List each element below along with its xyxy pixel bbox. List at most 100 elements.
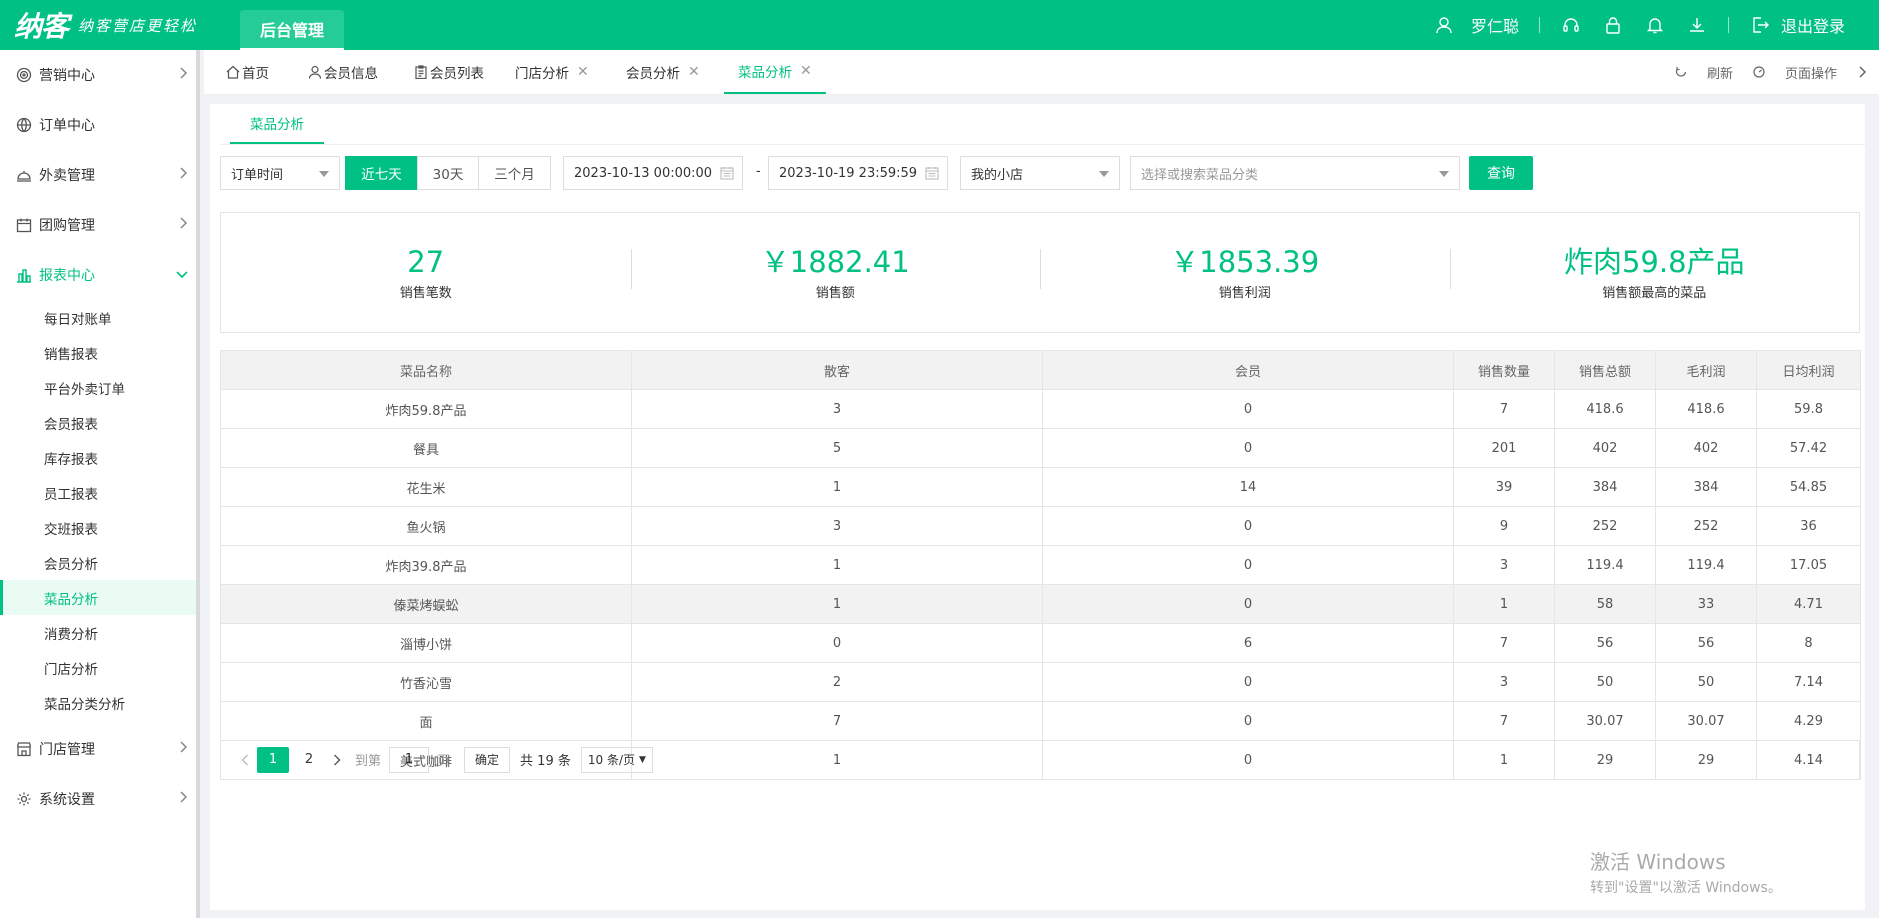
range-7days-button[interactable]: 近七天: [345, 156, 418, 190]
tab-store-analysis[interactable]: 门店分析 ✕: [515, 50, 589, 94]
watermark-subtitle: 转到"设置"以激活 Windows。: [1590, 880, 1782, 896]
chevron-left-icon[interactable]: [235, 754, 255, 766]
table-cell: 7: [631, 701, 1043, 741]
logout-icon[interactable]: [1749, 14, 1771, 36]
table-row[interactable]: 淄博小饼 0 6 7 56 56 8: [220, 623, 1861, 663]
sidebar-subitem-store-analysis[interactable]: 门店分析: [0, 650, 196, 685]
column-header-member[interactable]: 会员: [1042, 350, 1454, 390]
lock-icon[interactable]: [1602, 14, 1624, 36]
column-header-walkin[interactable]: 散客: [631, 350, 1043, 390]
chevron-right-icon[interactable]: [327, 754, 347, 766]
refresh-button[interactable]: 刷新: [1675, 63, 1733, 82]
download-icon[interactable]: [1686, 14, 1708, 36]
query-button[interactable]: 查询: [1469, 156, 1533, 190]
stat-label: 销售利润: [1218, 286, 1271, 301]
chevron-right-icon: [178, 741, 188, 757]
sidebar-subitem-member-report[interactable]: 会员报表: [0, 405, 196, 440]
sidebar-subitem-daily-reconciliation[interactable]: 每日对账单: [0, 300, 196, 335]
tab-label: 门店分析: [515, 66, 569, 82]
sidebar-subitem-shift-report[interactable]: 交班报表: [0, 510, 196, 545]
range-30days-button[interactable]: 30天: [417, 156, 479, 190]
tab-dish-analysis[interactable]: 菜品分析 ✕: [724, 50, 826, 94]
table-cell: 56: [1554, 623, 1656, 663]
watermark-title: 激活 Windows: [1590, 850, 1726, 874]
table-row[interactable]: 炸肉59.8产品 3 0 7 418.6 418.6 59.8: [220, 389, 1861, 429]
user-name[interactable]: 罗仁聪: [1471, 13, 1519, 37]
page-ops-button[interactable]: 页面操作: [1753, 63, 1837, 82]
table-row[interactable]: 面 7 0 7 30.07 30.07 4.29: [220, 701, 1861, 741]
page-size-select[interactable]: 10 条/页 ▼: [580, 746, 653, 773]
close-icon[interactable]: ✕: [577, 64, 589, 80]
column-header-dish-name[interactable]: 菜品名称: [220, 350, 632, 390]
page-button[interactable]: 1: [257, 746, 289, 773]
store-select[interactable]: 我的小店: [960, 156, 1120, 190]
end-date-input[interactable]: 2023-10-19 23:59:59: [768, 156, 948, 190]
start-date-input[interactable]: 2023-10-13 00:00:00: [563, 156, 743, 190]
refresh-label: 刷新: [1706, 66, 1733, 82]
table-cell: 17.05: [1756, 545, 1861, 585]
column-header-daily-profit[interactable]: 日均利润: [1756, 350, 1861, 390]
table-cell: 33: [1655, 584, 1757, 624]
sidebar-subitem-dish-analysis[interactable]: 菜品分析: [0, 580, 196, 615]
table-cell: 402: [1655, 428, 1757, 468]
range-3months-button[interactable]: 三个月: [478, 156, 551, 190]
table-row[interactable]: 鱼火锅 3 0 9 252 252 36: [220, 506, 1861, 546]
close-icon[interactable]: ✕: [800, 63, 812, 79]
total-count: 共 19 条: [520, 754, 571, 769]
table-row[interactable]: 餐具 5 0 201 402 402 57.42: [220, 428, 1861, 468]
tab-home[interactable]: 首页: [226, 50, 269, 94]
sidebar-item-takeout[interactable]: 外卖管理: [0, 150, 196, 200]
sidebar-subitem-sales-report[interactable]: 销售报表: [0, 335, 196, 370]
sidebar-item-orders[interactable]: 订单中心: [0, 100, 196, 150]
column-header-total[interactable]: 销售总额: [1554, 350, 1656, 390]
admin-tab[interactable]: 后台管理: [240, 10, 345, 50]
column-header-quantity[interactable]: 销售数量: [1453, 350, 1555, 390]
clipboard-icon: [414, 65, 428, 79]
sidebar-subitem-consumption-analysis[interactable]: 消费分析: [0, 615, 196, 650]
goto-page-input[interactable]: 1: [389, 746, 430, 773]
table-cell: 花生米: [220, 467, 632, 507]
sidebar-item-stores[interactable]: 门店管理: [0, 724, 196, 774]
sidebar-item-reports[interactable]: 报表中心: [0, 250, 196, 300]
tab-member-list[interactable]: 会员列表: [414, 50, 484, 94]
table-row[interactable]: 傣菜烤蜈蚣 1 0 1 58 33 4.71: [220, 584, 1861, 624]
tab-member-info[interactable]: 会员信息: [308, 50, 378, 94]
stat-top-dish: 炸肉59.8产品 销售额最高的菜品: [1449, 213, 1860, 332]
sidebar-item-settings[interactable]: 系统设置: [0, 774, 196, 824]
sidebar-item-marketing[interactable]: 营销中心: [0, 50, 196, 100]
category-select[interactable]: 选择或搜索菜品分类: [1130, 156, 1460, 190]
table-cell: 36: [1756, 506, 1861, 546]
dish-icon: [15, 166, 33, 184]
subtab-dish-analysis[interactable]: 菜品分析: [230, 104, 324, 144]
page-button[interactable]: 2: [293, 747, 325, 773]
sidebar-subitem-category-analysis[interactable]: 菜品分类分析: [0, 685, 196, 720]
sidebar-item-label: 门店管理: [39, 742, 95, 758]
table-row[interactable]: 竹香沁雪 2 0 3 50 50 7.14: [220, 662, 1861, 702]
column-header-gross-profit[interactable]: 毛利润: [1655, 350, 1757, 390]
summary-panel: 27 销售笔数 ￥1882.41 销售额 ￥1853.39 销售利润 炸肉59.…: [220, 212, 1860, 333]
sidebar-subitem-staff-report[interactable]: 员工报表: [0, 475, 196, 510]
sidebar-item-groupbuy[interactable]: 团购管理: [0, 200, 196, 250]
dish-table: 菜品名称 散客 会员 销售数量 销售总额 毛利润 日均利润 炸肉59.8产品 3 0…: [220, 350, 1861, 780]
table-row[interactable]: 花生米 1 14 39 384 384 54.85: [220, 467, 1861, 507]
sidebar-subitem-platform-takeout[interactable]: 平台外卖订单: [0, 370, 196, 405]
table-cell: 58: [1554, 584, 1656, 624]
tab-member-analysis[interactable]: 会员分析 ✕: [626, 50, 700, 94]
headset-icon[interactable]: [1560, 14, 1582, 36]
table-cell: 0: [1042, 506, 1454, 546]
bell-icon[interactable]: [1644, 14, 1666, 36]
chevron-right-icon[interactable]: [1857, 66, 1867, 78]
sidebar-subitem-inventory-report[interactable]: 库存报表: [0, 440, 196, 475]
goto-confirm-button[interactable]: 确定: [464, 746, 511, 773]
logout-link[interactable]: 退出登录: [1781, 13, 1845, 37]
sidebar-subitem-member-analysis[interactable]: 会员分析: [0, 545, 196, 580]
time-type-select[interactable]: 订单时间: [220, 156, 340, 190]
time-type-value: 订单时间: [231, 167, 284, 183]
chevron-right-icon: [178, 67, 188, 83]
table-row[interactable]: 炸肉39.8产品 1 0 3 119.4 119.4 17.05: [220, 545, 1861, 585]
sidebar-item-label: 营销中心: [39, 68, 95, 84]
table-cell: 3: [1453, 545, 1555, 585]
close-icon[interactable]: ✕: [688, 64, 700, 80]
chevron-right-icon: [178, 167, 188, 183]
sidebar-item-label: 订单中心: [39, 118, 95, 134]
